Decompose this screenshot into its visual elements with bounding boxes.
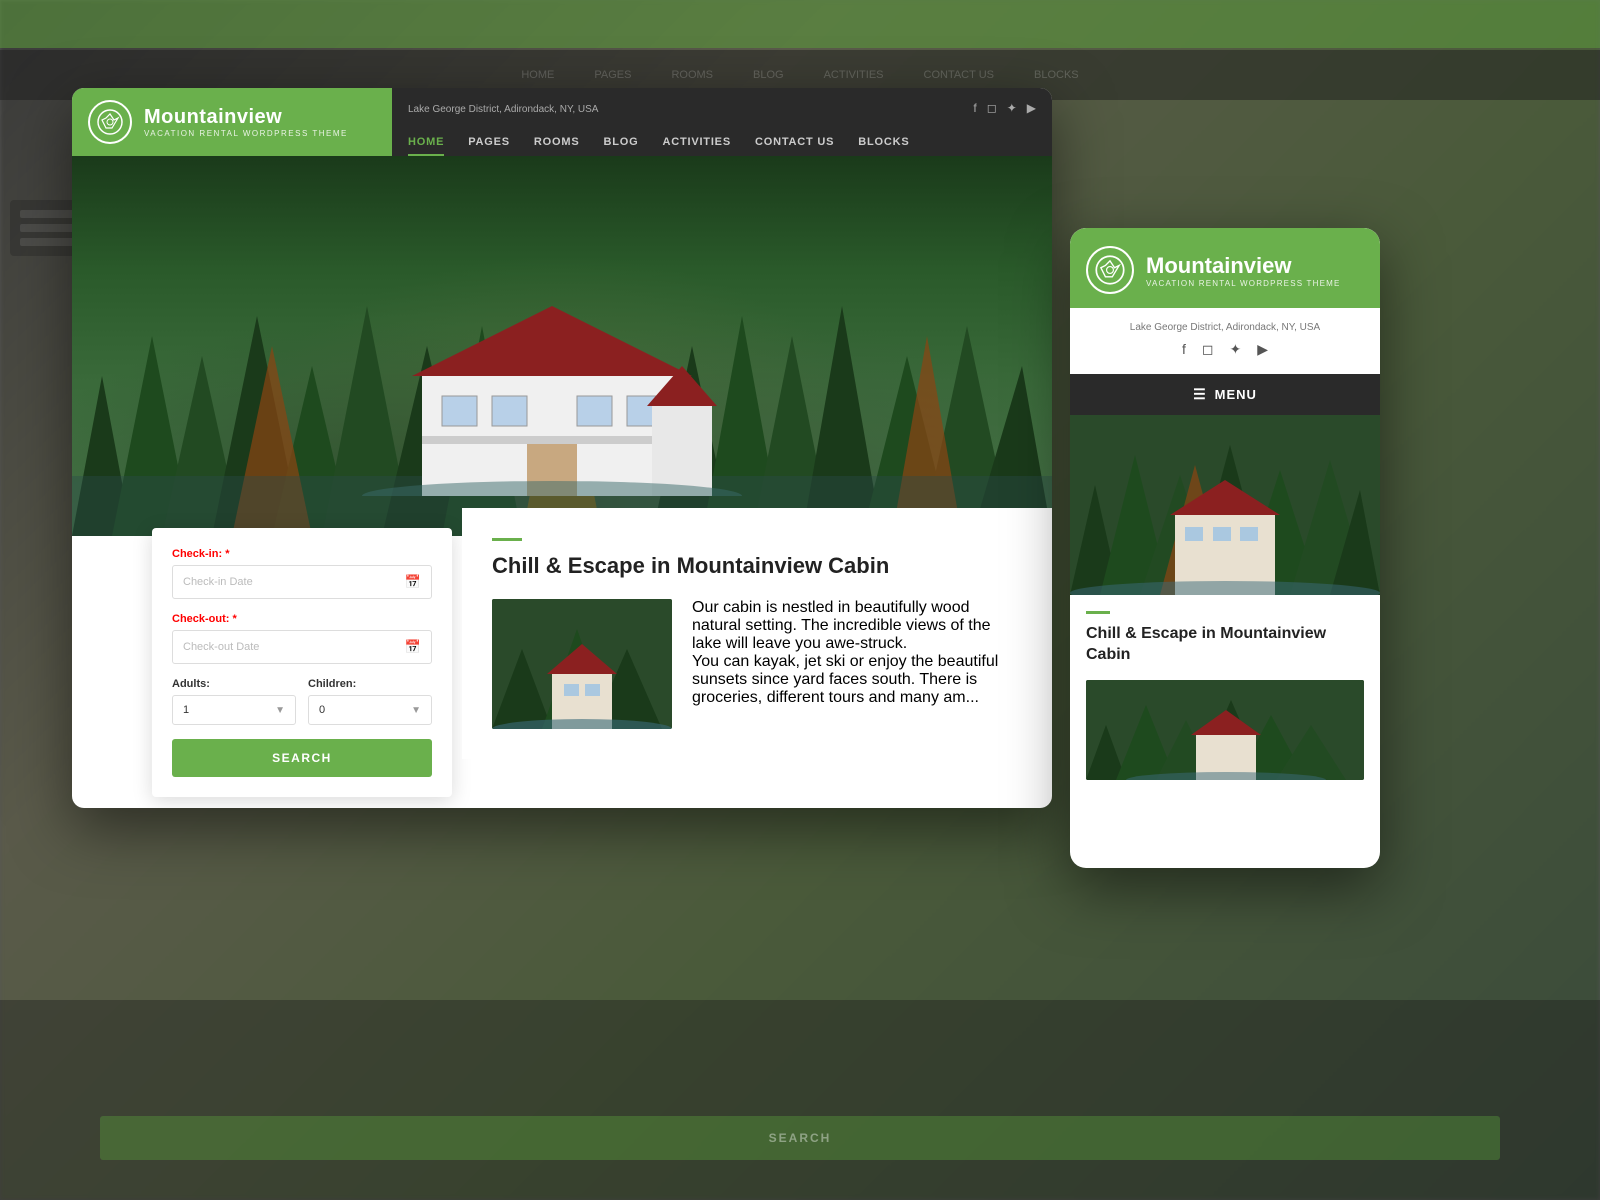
bg-search-btn: SEARCH xyxy=(100,1116,1500,1160)
nav-location: Lake George District, Adirondack, NY, US… xyxy=(408,100,598,115)
checkout-placeholder: Check-out Date xyxy=(183,641,259,653)
checkin-input[interactable]: Check-in Date 📅 xyxy=(172,565,432,599)
logo-area: Mountainview VACATION RENTAL WORDPRESS T… xyxy=(72,88,392,156)
children-col: Children: 0 ▼ xyxy=(308,678,432,725)
bg-nav-item: BLOG xyxy=(753,69,784,81)
checkout-group: Check-out: * Check-out Date 📅 xyxy=(172,613,432,664)
calendar-icon: 📅 xyxy=(405,639,421,655)
mobile-instagram-icon[interactable]: ◻ xyxy=(1202,341,1214,358)
nav-contact[interactable]: CONTACT US xyxy=(755,136,834,156)
bg-nav-item: CONTACT US xyxy=(924,69,995,81)
hero-area xyxy=(72,156,1052,536)
brand-tagline: VACATION RENTAL WORDPRESS THEME xyxy=(144,129,348,138)
adults-dropdown-arrow: ▼ xyxy=(275,705,285,716)
nav-social: f ◻ ✦ ▶ xyxy=(973,101,1036,115)
adults-col: Adults: 1 ▼ xyxy=(172,678,296,725)
mobile-logo-text: Mountainview VACATION RENTAL WORDPRESS T… xyxy=(1146,253,1341,288)
checkin-group: Check-in: * Check-in Date 📅 xyxy=(172,548,432,599)
mobile-facebook-icon[interactable]: f xyxy=(1182,341,1186,358)
hamburger-icon: ☰ xyxy=(1193,386,1207,403)
mobile-content-title: Chill & Escape in Mountainview Cabin xyxy=(1086,624,1364,666)
house-svg xyxy=(362,296,742,496)
mobile-twitter-icon[interactable]: ✦ xyxy=(1230,341,1242,358)
adults-value: 1 xyxy=(183,704,189,716)
bg-nav-item: ACTIVITIES xyxy=(824,69,884,81)
green-accent-line xyxy=(492,538,522,541)
checkin-label: Check-in: * xyxy=(172,548,432,560)
mobile-green-line xyxy=(1086,611,1110,614)
children-dropdown-arrow: ▼ xyxy=(411,705,421,716)
nav-links: HOME PAGES ROOMS BLOG ACTIVITIES CONTACT… xyxy=(408,136,1036,156)
mobile-logo-icon xyxy=(1086,246,1134,294)
adults-select[interactable]: 1 ▼ xyxy=(172,695,296,725)
nav-area: Lake George District, Adirondack, NY, US… xyxy=(392,88,1052,156)
bg-bottom: SEARCH xyxy=(0,1000,1600,1200)
logo-text: Mountainview VACATION RENTAL WORDPRESS T… xyxy=(144,106,348,138)
content-title: Chill & Escape in Mountainview Cabin xyxy=(492,553,1022,579)
nav-home[interactable]: HOME xyxy=(408,136,444,156)
nav-blog[interactable]: BLOG xyxy=(603,136,638,156)
booking-form: Check-in: * Check-in Date 📅 Check-out: *… xyxy=(152,528,452,797)
brand-name: Mountainview xyxy=(144,106,348,129)
mobile-social: f ◻ ✦ ▶ xyxy=(1086,341,1364,366)
top-bar xyxy=(0,0,1600,48)
guests-row: Adults: 1 ▼ Children: 0 ▼ xyxy=(172,678,432,725)
nav-pages[interactable]: PAGES xyxy=(468,136,510,156)
logo-icon xyxy=(88,100,132,144)
calendar-icon: 📅 xyxy=(405,574,421,590)
mobile-youtube-icon[interactable]: ▶ xyxy=(1257,341,1268,358)
bg-nav-item: HOME xyxy=(521,69,554,81)
checkout-input[interactable]: Check-out Date 📅 xyxy=(172,630,432,664)
menu-label: MENU xyxy=(1215,387,1257,402)
mobile-logo-area: Mountainview VACATION RENTAL WORDPRESS T… xyxy=(1070,228,1380,308)
mobile-info: Lake George District, Adirondack, NY, US… xyxy=(1070,308,1380,374)
content-paragraph1: Our cabin is nestled in beautifully wood… xyxy=(692,599,1022,653)
content-paragraph2: You can kayak, jet ski or enjoy the beau… xyxy=(692,653,1022,707)
mobile-location: Lake George District, Adirondack, NY, US… xyxy=(1086,322,1364,333)
nav-header-row: Lake George District, Adirondack, NY, US… xyxy=(408,94,1036,115)
bg-search-label: SEARCH xyxy=(769,1131,832,1145)
checkout-label: Check-out: * xyxy=(172,613,432,625)
nav-rooms[interactable]: ROOMS xyxy=(534,136,580,156)
nav-blocks[interactable]: BLOCKS xyxy=(858,136,909,156)
children-select[interactable]: 0 ▼ xyxy=(308,695,432,725)
desktop-header: Mountainview VACATION RENTAL WORDPRESS T… xyxy=(72,88,1052,156)
youtube-icon[interactable]: ▶ xyxy=(1027,101,1036,115)
search-button[interactable]: SEARCH xyxy=(172,739,432,777)
bg-nav-item: ROOMS xyxy=(671,69,713,81)
mobile-mockup: Mountainview VACATION RENTAL WORDPRESS T… xyxy=(1070,228,1380,868)
bg-nav-item: PAGES xyxy=(594,69,631,81)
content-text: Our cabin is nestled in beautifully wood… xyxy=(692,599,1022,729)
instagram-icon[interactable]: ◻ xyxy=(987,101,997,115)
mobile-brand-name: Mountainview xyxy=(1146,253,1341,279)
twitter-icon[interactable]: ✦ xyxy=(1007,101,1017,115)
nav-activities[interactable]: ACTIVITIES xyxy=(662,136,731,156)
content-area: Chill & Escape in Mountainview Cabin Our xyxy=(462,508,1052,759)
adults-label: Adults: xyxy=(172,678,296,690)
content-image xyxy=(492,599,672,729)
children-value: 0 xyxy=(319,704,325,716)
facebook-icon[interactable]: f xyxy=(973,101,976,115)
children-label: Children: xyxy=(308,678,432,690)
desktop-mockup: Mountainview VACATION RENTAL WORDPRESS T… xyxy=(72,88,1052,808)
mobile-nav[interactable]: ☰ MENU xyxy=(1070,374,1380,415)
mobile-hero-image xyxy=(1070,415,1380,595)
checkin-placeholder: Check-in Date xyxy=(183,576,253,588)
mobile-content-image xyxy=(1086,680,1364,780)
bg-nav-item: BLOCKS xyxy=(1034,69,1079,81)
content-body: Our cabin is nestled in beautifully wood… xyxy=(492,599,1022,729)
mobile-brand-tagline: VACATION RENTAL WORDPRESS THEME xyxy=(1146,279,1341,288)
mobile-content: Chill & Escape in Mountainview Cabin xyxy=(1070,595,1380,796)
